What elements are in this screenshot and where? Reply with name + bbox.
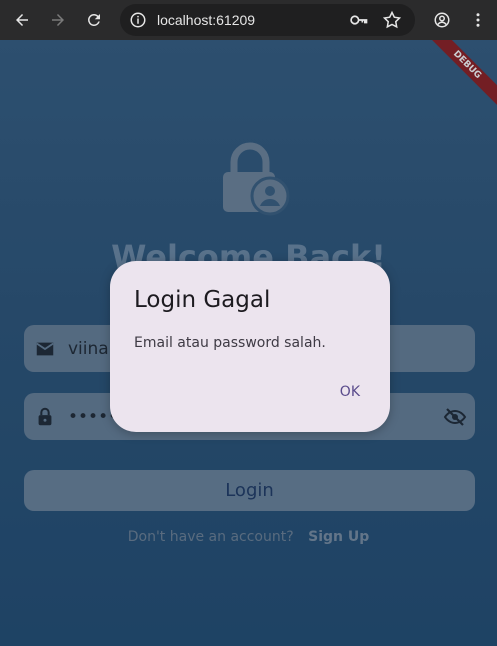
site-info-icon[interactable] bbox=[128, 10, 148, 30]
reload-button[interactable] bbox=[81, 7, 107, 33]
arrow-right-icon bbox=[52, 14, 64, 26]
forward-button[interactable] bbox=[45, 7, 71, 33]
back-button[interactable] bbox=[9, 7, 35, 33]
dialog-message: Email atau password salah. bbox=[134, 335, 326, 351]
ok-button[interactable]: OK bbox=[340, 384, 360, 400]
app-canvas: DEBUG Welcome Back! viina ••••••• Login … bbox=[0, 40, 497, 646]
dialog-title: Login Gagal bbox=[134, 287, 271, 313]
address-bar[interactable]: localhost:61209 bbox=[120, 4, 415, 36]
error-dialog: Login Gagal Email atau password salah. O… bbox=[110, 261, 390, 432]
bookmark-star-icon[interactable] bbox=[382, 10, 402, 30]
more-vert-icon bbox=[476, 13, 480, 27]
profile-button[interactable] bbox=[429, 7, 455, 33]
browser-toolbar: localhost:61209 bbox=[0, 0, 497, 40]
url-text: localhost:61209 bbox=[157, 12, 256, 28]
key-icon[interactable] bbox=[348, 10, 370, 30]
reload-icon bbox=[88, 13, 100, 26]
account-icon bbox=[434, 12, 450, 28]
arrow-left-icon bbox=[16, 14, 28, 26]
menu-button[interactable] bbox=[465, 7, 491, 33]
